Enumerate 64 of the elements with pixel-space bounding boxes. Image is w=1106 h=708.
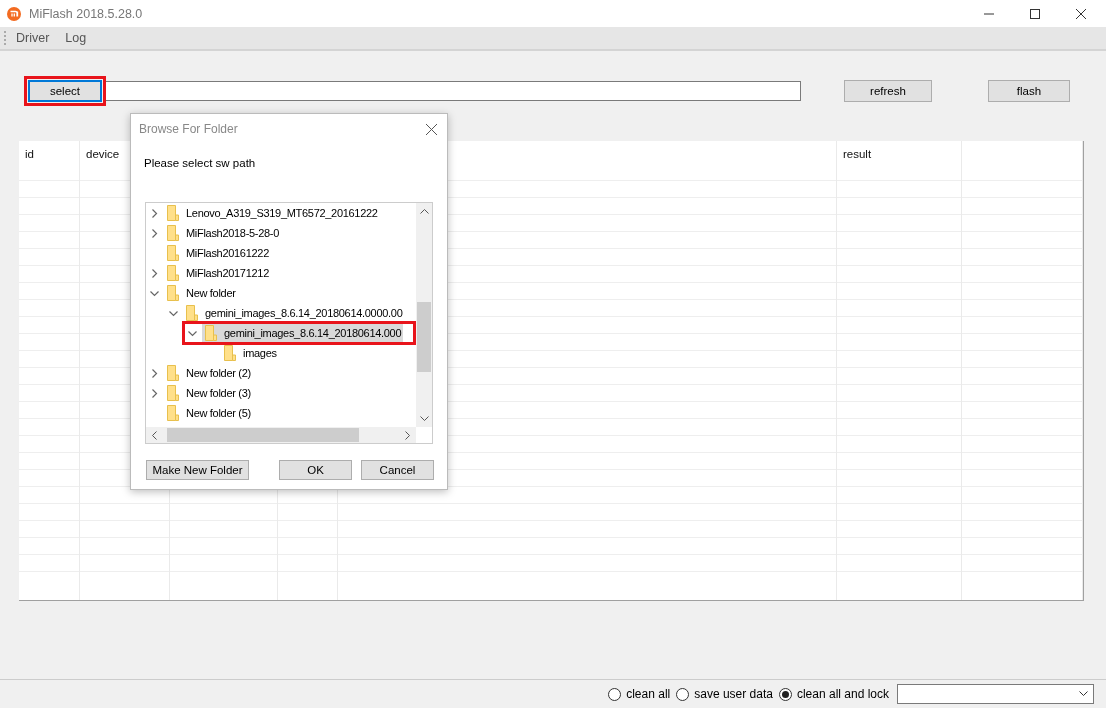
tree-item[interactable]: MiFlash2018-5-28-0	[164, 223, 282, 243]
column-header: id	[25, 148, 34, 160]
column-header: result	[843, 148, 872, 160]
dialog-title: Browse For Folder	[139, 122, 238, 136]
chevron-down-icon[interactable]	[169, 308, 178, 318]
path-field[interactable]	[104, 81, 801, 101]
select-button[interactable]: select	[28, 80, 102, 102]
tree-item[interactable]: Lenovo_A319_S319_MT6572_20161222	[164, 203, 380, 223]
cancel-button[interactable]: Cancel	[361, 460, 434, 480]
folder-icon	[167, 405, 180, 421]
tree-item[interactable]: New folder (2)	[164, 363, 253, 383]
dialog-prompt: Please select sw path	[143, 156, 257, 171]
tree-item[interactable]: New folder (3)	[164, 383, 253, 403]
folder-icon	[224, 345, 237, 361]
flash-button[interactable]: flash	[988, 80, 1070, 102]
chevron-left-icon[interactable]	[151, 430, 157, 440]
radio-button[interactable]	[608, 687, 622, 701]
radio-label: clean all and lock	[796, 687, 889, 701]
menu-item[interactable]: Driver	[16, 31, 50, 45]
tree-item[interactable]: gemini_images_8.6.14_20180614.0000.00	[183, 303, 405, 323]
new-folder-button[interactable]: Make New Folder	[146, 460, 249, 480]
folder-icon	[167, 205, 180, 221]
selected-tree-item[interactable]: gemini_images_8.6.14_20180614.000	[202, 323, 404, 343]
menu-item[interactable]: Log	[65, 31, 87, 45]
radio-label: save user data	[694, 687, 773, 701]
chevron-right-icon[interactable]	[150, 268, 159, 278]
tree-item[interactable]: New folder (5)	[164, 403, 253, 423]
chevron-down-icon[interactable]	[419, 416, 429, 422]
folder-icon	[167, 245, 180, 261]
grip-icon	[4, 31, 8, 45]
tree-item[interactable]: images	[221, 343, 279, 363]
radio-button[interactable]	[778, 687, 792, 701]
chevron-down-icon[interactable]	[188, 328, 197, 338]
window-title: MiFlash 2018.5.28.0	[29, 6, 143, 21]
maximize-icon[interactable]	[1030, 8, 1040, 19]
close-icon[interactable]	[426, 123, 437, 135]
ok-button[interactable]: OK	[279, 460, 352, 480]
chevron-right-icon[interactable]	[405, 430, 411, 440]
tree-item[interactable]: MiFlash20171212	[164, 263, 271, 283]
chevron-right-icon[interactable]	[150, 388, 159, 398]
chevron-up-icon[interactable]	[419, 208, 429, 214]
close-icon[interactable]	[1076, 8, 1086, 19]
radio-button[interactable]	[676, 687, 690, 701]
dropdown[interactable]	[897, 684, 1094, 704]
horizontal-scrollbar[interactable]	[146, 427, 416, 443]
folder-icon	[167, 225, 180, 241]
folder-icon	[167, 385, 180, 401]
tree-item[interactable]: New folder	[164, 283, 238, 303]
tree-item[interactable]: MiFlash20161222	[164, 243, 271, 263]
radio-label: clean all	[626, 687, 671, 701]
chevron-right-icon[interactable]	[150, 368, 159, 378]
folder-icon	[205, 325, 218, 341]
chevron-down-icon[interactable]	[150, 288, 159, 298]
refresh-button[interactable]: refresh	[844, 80, 932, 102]
folder-icon	[167, 285, 180, 301]
chevron-right-icon[interactable]	[150, 228, 159, 238]
vertical-scrollbar[interactable]	[416, 203, 432, 427]
folder-icon	[167, 365, 180, 381]
chevron-down-icon	[1079, 691, 1088, 697]
app-logo-icon	[7, 6, 21, 21]
folder-icon	[186, 305, 199, 321]
chevron-right-icon[interactable]	[150, 208, 159, 218]
column-header: device	[86, 148, 120, 160]
folder-icon	[167, 265, 180, 281]
